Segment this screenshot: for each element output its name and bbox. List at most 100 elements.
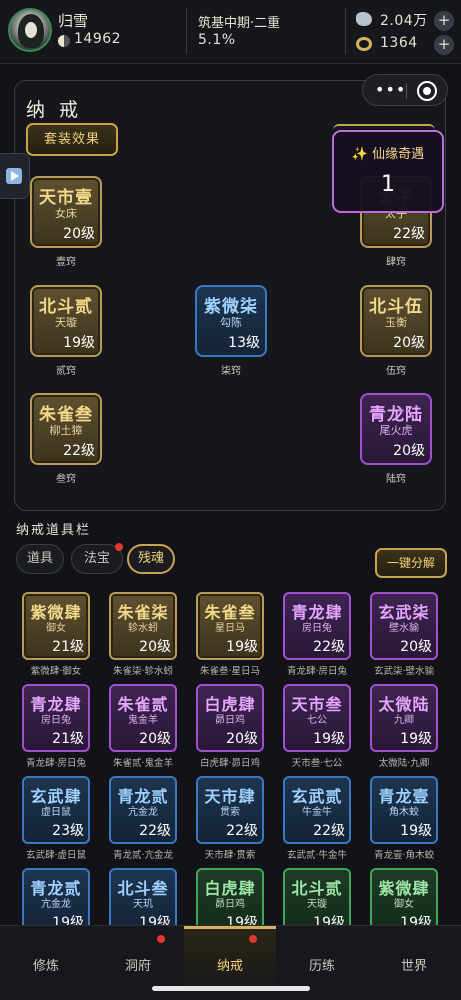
- soul-item[interactable]: 紫微肆 御女 21级: [22, 592, 90, 660]
- set-effect-button[interactable]: 套装效果: [26, 123, 118, 156]
- soul-item[interactable]: 白虎肆 昴日鸡 20级: [196, 684, 264, 752]
- slot-star: 天璇: [55, 316, 77, 329]
- item-star: 七公: [307, 715, 327, 726]
- soul-item[interactable]: 青龙肆 房日兔 21级: [22, 684, 90, 752]
- combat-power-icon: [58, 35, 70, 47]
- item-caption: 青龙壹·角木蛟: [373, 850, 435, 861]
- nav-ring-notification-dot: [249, 935, 257, 943]
- item-level: 20级: [226, 731, 258, 747]
- item-star: 昴日鸡: [215, 899, 245, 910]
- ring-slot[interactable]: 紫微柒 勾陈 13级: [195, 285, 267, 357]
- item-level: 20级: [139, 639, 171, 655]
- soul-item[interactable]: 青龙肆 房日兔 22级: [283, 592, 351, 660]
- item-level: 21级: [52, 639, 84, 655]
- app-root: { "player": {"name": "归雪", "power": "149…: [0, 0, 461, 1000]
- fortune-encounter-popup[interactable]: ✨ 仙缘奇遇 1: [332, 130, 444, 213]
- soul-item[interactable]: 玄武柒 壁水貐 20级: [370, 592, 438, 660]
- slot-caption: 伍窍: [386, 366, 406, 377]
- item-level: 21级: [52, 731, 84, 747]
- jade-value: 1364: [380, 35, 418, 51]
- item-star: 御女: [46, 623, 66, 634]
- item-star: 天玑: [133, 899, 153, 910]
- item-star: 壁水貐: [389, 623, 419, 634]
- item-level: 20级: [139, 731, 171, 747]
- soul-item[interactable]: 朱雀贰 鬼金羊 20级: [109, 684, 177, 752]
- item-caption: 玄武柒·壁水貐: [373, 666, 435, 677]
- nav-ring[interactable]: 纳戒: [184, 955, 276, 974]
- play-icon: [6, 168, 22, 184]
- divider: [345, 8, 346, 54]
- ring-slot[interactable]: 天市壹 女床 20级: [30, 176, 102, 248]
- soul-item[interactable]: 天市肆 贯索 22级: [196, 776, 264, 844]
- tab-remnant-souls[interactable]: 残魂: [127, 544, 175, 574]
- spirit-stone-value: 2.04万: [380, 13, 428, 29]
- decompose-all-button[interactable]: 一键分解: [375, 548, 447, 578]
- soul-item[interactable]: 玄武贰 牛金牛 22级: [283, 776, 351, 844]
- item-caption: 玄武肆·虚日鼠: [25, 850, 87, 861]
- soul-item[interactable]: 青龙壹 角木蛟 19级: [370, 776, 438, 844]
- add-spirit-stone-button[interactable]: +: [434, 11, 454, 31]
- item-level: 19级: [400, 823, 432, 839]
- soul-item[interactable]: 青龙贰 亢金龙 22级: [109, 776, 177, 844]
- slot-caption: 陆窍: [386, 474, 406, 485]
- item-level: 23级: [52, 823, 84, 839]
- item-star: 虚日鼠: [41, 807, 71, 818]
- item-star: 贯索: [220, 807, 240, 818]
- nav-cave-notification-dot: [157, 935, 165, 943]
- slot-star: 女床: [55, 207, 77, 220]
- soul-item[interactable]: 朱雀柒 轸水蚓 20级: [109, 592, 177, 660]
- slot-star: 尾火虎: [379, 424, 413, 437]
- divider: [186, 8, 187, 54]
- soul-item[interactable]: 天市叁 七公 19级: [283, 684, 351, 752]
- nav-cultivate[interactable]: 修炼: [0, 955, 92, 974]
- slot-caption: 贰窍: [56, 366, 76, 377]
- player-avatar[interactable]: [8, 8, 52, 52]
- item-level: 19级: [400, 731, 432, 747]
- item-caption: 朱雀叁·星日马: [199, 666, 261, 677]
- nav-world[interactable]: 世界: [368, 955, 460, 974]
- panel-title: 纳 戒: [26, 99, 83, 121]
- home-indicator: [152, 986, 310, 991]
- soul-item[interactable]: 太微陆 九卿 19级: [370, 684, 438, 752]
- slot-caption: 壹窍: [56, 257, 76, 268]
- item-caption: 青龙肆·房日兔: [25, 758, 87, 769]
- jade-ring-icon: [356, 37, 372, 51]
- combat-power-value: 14962: [74, 31, 122, 47]
- realm-title[interactable]: 筑基中期·二重: [198, 12, 280, 31]
- soul-item[interactable]: 朱雀叁 星日马 19级: [196, 592, 264, 660]
- item-level: 20级: [400, 639, 432, 655]
- mini-program-capsule[interactable]: •••: [362, 74, 448, 106]
- item-star: 牛金牛: [302, 807, 332, 818]
- nav-adventure[interactable]: 历练: [276, 955, 368, 974]
- item-star: 御女: [394, 899, 414, 910]
- ring-slot[interactable]: 北斗贰 天璇 19级: [30, 285, 102, 357]
- popup-title: ✨ 仙缘奇遇: [351, 147, 425, 162]
- ring-slot[interactable]: 朱雀叁 柳土獐 22级: [30, 393, 102, 465]
- item-star: 星日马: [215, 623, 245, 634]
- popup-count: 1: [381, 172, 395, 197]
- item-level: 22级: [226, 823, 258, 839]
- slot-level: 20级: [393, 443, 425, 459]
- add-jade-button[interactable]: +: [434, 35, 454, 55]
- item-star: 九卿: [394, 715, 414, 726]
- slot-caption: 肆窍: [386, 257, 406, 268]
- tab-items[interactable]: 道具: [16, 544, 64, 574]
- item-level: 19级: [313, 731, 345, 747]
- side-video-tab[interactable]: [0, 153, 30, 199]
- slot-caption: 叁窍: [56, 474, 76, 485]
- ring-slot[interactable]: 青龙陆 尾火虎 20级: [360, 393, 432, 465]
- item-caption: 天市叁·七公: [291, 758, 343, 769]
- nav-cave[interactable]: 洞府: [92, 955, 184, 974]
- item-star: 角木蛟: [389, 807, 419, 818]
- item-star: 房日兔: [41, 715, 71, 726]
- notification-dot: [115, 543, 123, 551]
- close-target-icon[interactable]: [417, 81, 437, 101]
- item-star: 天璇: [307, 899, 327, 910]
- soul-item[interactable]: 玄武肆 虚日鼠 23级: [22, 776, 90, 844]
- slot-star: 勾陈: [220, 316, 242, 329]
- item-caption: 紫微肆·御女: [30, 666, 82, 677]
- ring-slot[interactable]: 北斗伍 玉衡 20级: [360, 285, 432, 357]
- slot-level: 22级: [63, 443, 95, 459]
- item-level: 22级: [313, 823, 345, 839]
- more-icon[interactable]: •••: [375, 80, 406, 99]
